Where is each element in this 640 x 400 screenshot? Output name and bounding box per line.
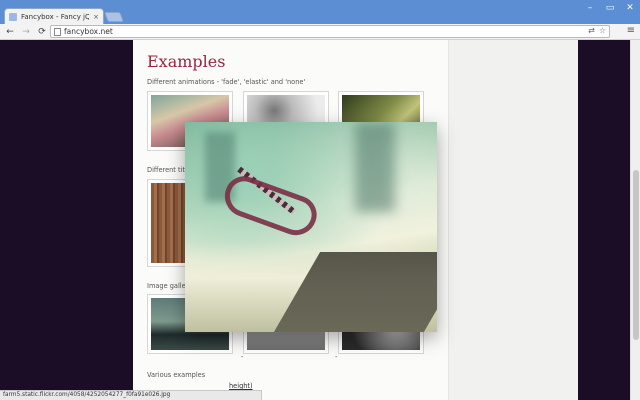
window-controls: – ▭ ✕: [584, 0, 636, 13]
menu-icon[interactable]: ≡: [627, 25, 635, 36]
maximize-icon[interactable]: ▭: [604, 3, 616, 13]
back-icon[interactable]: ←: [4, 27, 16, 37]
new-tab-button[interactable]: [104, 12, 124, 22]
height-link[interactable]: height): [229, 382, 253, 390]
various-label: Various examples: [147, 371, 206, 379]
right-column: [448, 40, 578, 400]
forward-icon[interactable]: →: [20, 27, 32, 37]
browser-titlebar: Fancybox - Fancy jQuery × – ▭ ✕: [0, 0, 640, 25]
bookmark-star-icon[interactable]: ☆: [599, 26, 606, 35]
omnibox-actions: ⇄ ☆: [588, 26, 606, 35]
gallery-caption: -: [241, 353, 244, 361]
close-window-icon[interactable]: ✕: [624, 3, 636, 13]
page-title: Examples: [147, 52, 226, 71]
page-icon: [54, 27, 61, 36]
thumbnail-image: [151, 183, 189, 263]
translate-icon[interactable]: ⇄: [588, 26, 595, 35]
browser-toolbar: ← → ⟳ fancybox.net ⇄ ☆ ≡: [0, 24, 640, 40]
vertical-scrollbar[interactable]: [630, 40, 640, 400]
background-tree: [355, 122, 395, 212]
minimize-icon[interactable]: –: [584, 3, 596, 13]
browser-tab[interactable]: Fancybox - Fancy jQuery ×: [4, 8, 104, 25]
reload-icon[interactable]: ⟳: [36, 27, 48, 37]
tab-close-icon[interactable]: ×: [93, 13, 99, 21]
tab-title: Fancybox - Fancy jQuery: [21, 13, 90, 21]
popup-image[interactable]: [185, 122, 437, 332]
address-text[interactable]: fancybox.net: [64, 27, 113, 36]
animations-label: Different animations - 'fade', 'elastic'…: [147, 78, 306, 86]
titles-label: Different titl: [147, 166, 187, 174]
fancybox-popup[interactable]: [185, 122, 437, 332]
page-viewport: Examples Different animations - 'fade', …: [0, 40, 640, 400]
scrollbar-thumb[interactable]: [633, 170, 639, 340]
favicon-icon: [9, 13, 17, 21]
gallery-caption: -: [335, 353, 338, 361]
status-bar: farm5.static.flickr.com/4058/4252054277_…: [0, 390, 262, 400]
sunglasses-frame: [219, 170, 322, 242]
gallery-label: Image galle: [147, 282, 186, 290]
address-bar[interactable]: fancybox.net ⇄ ☆: [50, 25, 610, 38]
